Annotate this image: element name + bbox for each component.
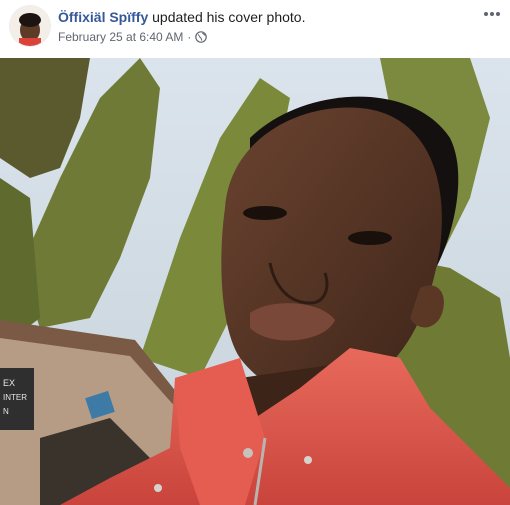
post-timestamp[interactable]: February 25 at 6:40 AM [58,30,183,44]
post-title: Öffixiäl Spïffy updated his cover photo. [58,9,305,25]
more-options-button[interactable] [482,6,502,22]
globe-icon[interactable] [195,31,208,43]
more-dot-icon [490,12,494,16]
post-meta: February 25 at 6:40 AM · [58,30,208,44]
profile-avatar[interactable] [10,6,50,46]
post-action-text: updated his cover photo. [152,9,306,25]
author-name-link[interactable]: Öffixiäl Spïffy [58,9,148,25]
svg-text:N: N [3,407,9,416]
more-dot-icon [484,12,488,16]
avatar-image [10,6,50,46]
post-header: Öffixiäl Spïffy updated his cover photo.… [0,0,510,58]
sign-text: EX [3,378,15,388]
svg-text:INTER: INTER [3,393,27,402]
meta-separator: · [187,30,192,44]
post-card: Öffixiäl Spïffy updated his cover photo.… [0,0,510,505]
cover-photo-image: EX INTER N [0,58,510,505]
cover-photo[interactable]: EX INTER N [0,58,510,505]
more-dot-icon [496,12,500,16]
